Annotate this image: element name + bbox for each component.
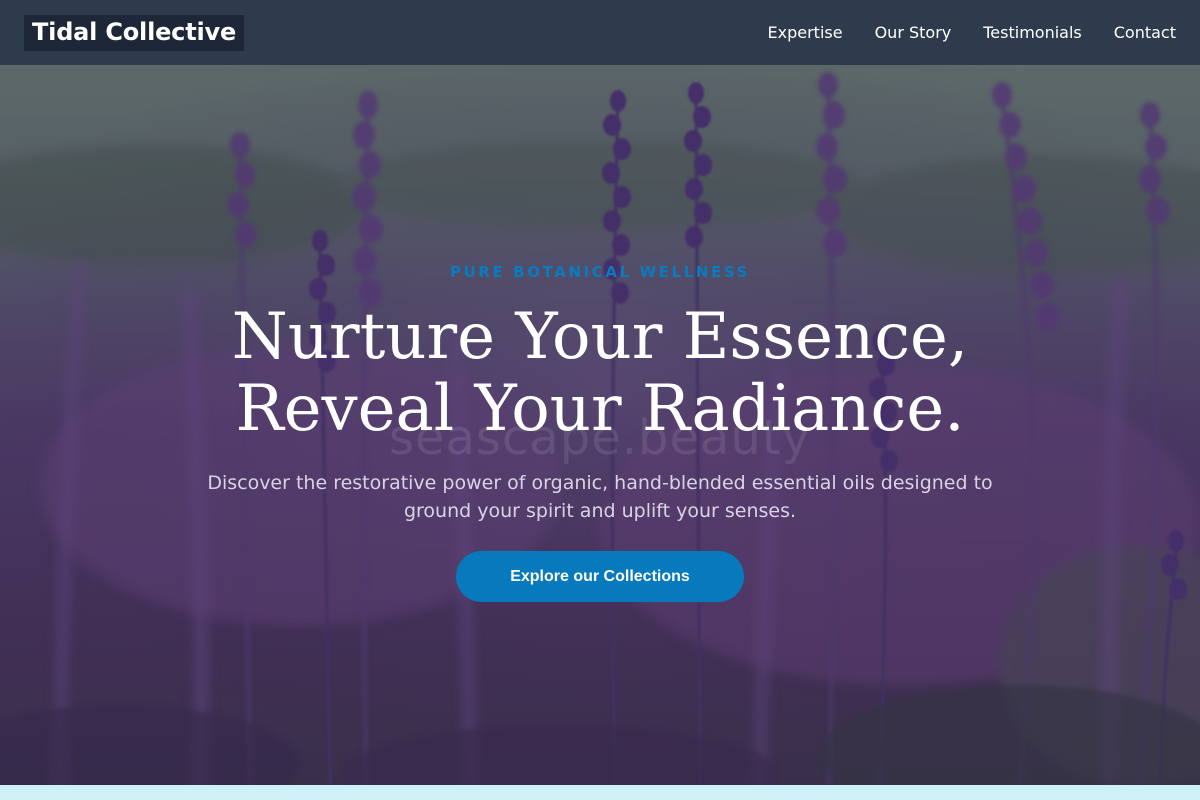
hero-eyebrow: PURE BOTANICAL WELLNESS xyxy=(449,263,751,281)
hero-headline-line-1: Nurture Your Essence, xyxy=(231,300,969,374)
hero-headline: Nurture Your Essence, Reveal Your Radian… xyxy=(0,301,1200,445)
brand-logo[interactable]: Tidal Collective xyxy=(24,14,245,51)
nav-link-expertise[interactable]: Expertise xyxy=(768,23,843,43)
next-section-edge xyxy=(0,785,1200,800)
nav-link-testimonials[interactable]: Testimonials xyxy=(983,23,1082,43)
hero-content: PURE BOTANICAL WELLNESS Nurture Your Ess… xyxy=(0,65,1200,785)
nav-link-our-story[interactable]: Our Story xyxy=(875,23,952,43)
site-header: Tidal Collective Expertise Our Story Tes… xyxy=(0,0,1200,65)
hero-section: seascape.beauty PURE BOTANICAL WELLNESS … xyxy=(0,65,1200,785)
nav-link-contact[interactable]: Contact xyxy=(1114,23,1176,43)
explore-collections-button[interactable]: Explore our Collections xyxy=(456,551,744,602)
hero-subtext: Discover the restorative power of organi… xyxy=(207,472,993,522)
hero-headline-line-2: Reveal Your Radiance. xyxy=(235,372,965,446)
main-nav: Expertise Our Story Testimonials Contact xyxy=(736,23,1176,43)
